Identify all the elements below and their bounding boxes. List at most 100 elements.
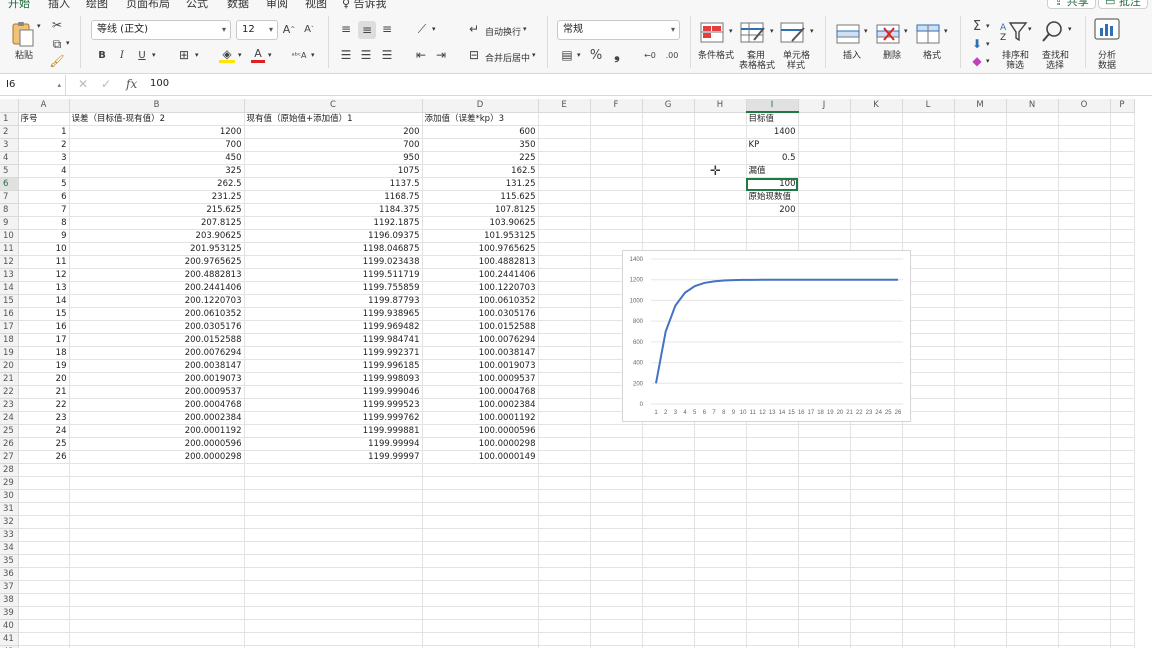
cell-m8[interactable] — [954, 203, 1007, 217]
cell-a16[interactable]: 15 — [18, 307, 70, 321]
cell-e41[interactable] — [538, 632, 591, 646]
cell-n41[interactable] — [1006, 632, 1059, 646]
cell-n19[interactable] — [1006, 346, 1059, 360]
cell-a10[interactable]: 9 — [18, 229, 70, 243]
cell-d6[interactable]: 131.25 — [422, 177, 539, 191]
column-header-a[interactable]: A — [18, 99, 70, 113]
cell-a40[interactable] — [18, 619, 70, 633]
cell-a29[interactable] — [18, 476, 70, 490]
cell-o33[interactable] — [1058, 528, 1111, 542]
cell-o8[interactable] — [1058, 203, 1111, 217]
cell-p15[interactable] — [1110, 294, 1135, 308]
cell-e14[interactable] — [538, 281, 591, 295]
cell-p5[interactable] — [1110, 164, 1135, 178]
cell-n36[interactable] — [1006, 567, 1059, 581]
format-as-table-dropdown-icon[interactable]: ▾ — [770, 27, 774, 35]
cell-i25[interactable] — [746, 424, 799, 438]
cell-l26[interactable] — [902, 437, 955, 451]
cell-h26[interactable] — [694, 437, 747, 451]
cell-c3[interactable]: 700 — [244, 138, 423, 152]
cell-o3[interactable] — [1058, 138, 1111, 152]
cell-e7[interactable] — [538, 190, 591, 204]
font-color-dropdown-icon[interactable]: ▾ — [268, 51, 272, 59]
cell-d23[interactable]: 100.0002384 — [422, 398, 539, 412]
cell-h32[interactable] — [694, 515, 747, 529]
cell-b9[interactable]: 207.8125 — [69, 216, 245, 230]
cell-m27[interactable] — [954, 450, 1007, 464]
delete-cells-icon[interactable] — [876, 22, 904, 44]
row-header[interactable]: 16 — [0, 307, 19, 321]
cell-f41[interactable] — [590, 632, 643, 646]
cell-h38[interactable] — [694, 593, 747, 607]
cell-e31[interactable] — [538, 502, 591, 516]
wrap-text-icon[interactable]: ↵ — [467, 22, 481, 36]
cell-a5[interactable]: 4 — [18, 164, 70, 178]
cell-n6[interactable] — [1006, 177, 1059, 191]
cell-b37[interactable] — [69, 580, 245, 594]
cell-p18[interactable] — [1110, 333, 1135, 347]
row-header[interactable]: 23 — [0, 398, 19, 412]
tab-view[interactable]: 视图 — [305, 0, 327, 10]
cell-c23[interactable]: 1199.999523 — [244, 398, 423, 412]
cell-p37[interactable] — [1110, 580, 1135, 594]
cell-e26[interactable] — [538, 437, 591, 451]
cell-c4[interactable]: 950 — [244, 151, 423, 165]
cell-d41[interactable] — [422, 632, 539, 646]
cell-g26[interactable] — [642, 437, 695, 451]
cell-g35[interactable] — [642, 554, 695, 568]
column-header-b[interactable]: B — [69, 99, 245, 113]
cell-n3[interactable] — [1006, 138, 1059, 152]
merge-center-icon[interactable]: ⊟ — [467, 48, 481, 62]
cell-e35[interactable] — [538, 554, 591, 568]
cell-p34[interactable] — [1110, 541, 1135, 555]
cell-g1[interactable] — [642, 112, 695, 126]
cell-o20[interactable] — [1058, 359, 1111, 373]
cell-h37[interactable] — [694, 580, 747, 594]
row-header[interactable]: 17 — [0, 320, 19, 334]
cell-j7[interactable] — [798, 190, 851, 204]
cell-a41[interactable] — [18, 632, 70, 646]
cell-p24[interactable] — [1110, 411, 1135, 425]
row-header[interactable]: 14 — [0, 281, 19, 295]
cell-k34[interactable] — [850, 541, 903, 555]
cell-m36[interactable] — [954, 567, 1007, 581]
cell-p26[interactable] — [1110, 437, 1135, 451]
number-format-select[interactable]: 常规 ▾ — [557, 20, 680, 40]
cell-o21[interactable] — [1058, 372, 1111, 386]
cell-l40[interactable] — [902, 619, 955, 633]
cell-k29[interactable] — [850, 476, 903, 490]
cell-o27[interactable] — [1058, 450, 1111, 464]
row-header[interactable]: 20 — [0, 359, 19, 373]
cell-c34[interactable] — [244, 541, 423, 555]
cell-a30[interactable] — [18, 489, 70, 503]
cell-p13[interactable] — [1110, 268, 1135, 282]
cell-a14[interactable]: 13 — [18, 281, 70, 295]
column-header-d[interactable]: D — [422, 99, 539, 113]
cell-a15[interactable]: 14 — [18, 294, 70, 308]
cell-b1[interactable]: 误差（目标值-现有值）2 — [69, 112, 245, 126]
copy-dropdown-icon[interactable]: ▾ — [66, 39, 70, 47]
column-header-h[interactable]: H — [694, 99, 747, 113]
cell-i41[interactable] — [746, 632, 799, 646]
cell-n30[interactable] — [1006, 489, 1059, 503]
cell-m41[interactable] — [954, 632, 1007, 646]
cell-a13[interactable]: 12 — [18, 268, 70, 282]
cell-i1[interactable]: 目标值 — [746, 112, 799, 126]
cell-e15[interactable] — [538, 294, 591, 308]
cell-p6[interactable] — [1110, 177, 1135, 191]
cell-g10[interactable] — [642, 229, 695, 243]
cell-k3[interactable] — [850, 138, 903, 152]
cell-a38[interactable] — [18, 593, 70, 607]
row-header[interactable]: 12 — [0, 255, 19, 269]
cell-f27[interactable] — [590, 450, 643, 464]
cell-l6[interactable] — [902, 177, 955, 191]
name-box[interactable]: I6▴▾ — [0, 75, 66, 109]
cell-i31[interactable] — [746, 502, 799, 516]
cut-icon[interactable]: ✂ — [50, 18, 64, 32]
cell-i8[interactable]: 200 — [746, 203, 799, 217]
cell-o39[interactable] — [1058, 606, 1111, 620]
cell-e30[interactable] — [538, 489, 591, 503]
cell-f38[interactable] — [590, 593, 643, 607]
cell-g4[interactable] — [642, 151, 695, 165]
italic-button[interactable]: I — [115, 48, 129, 62]
